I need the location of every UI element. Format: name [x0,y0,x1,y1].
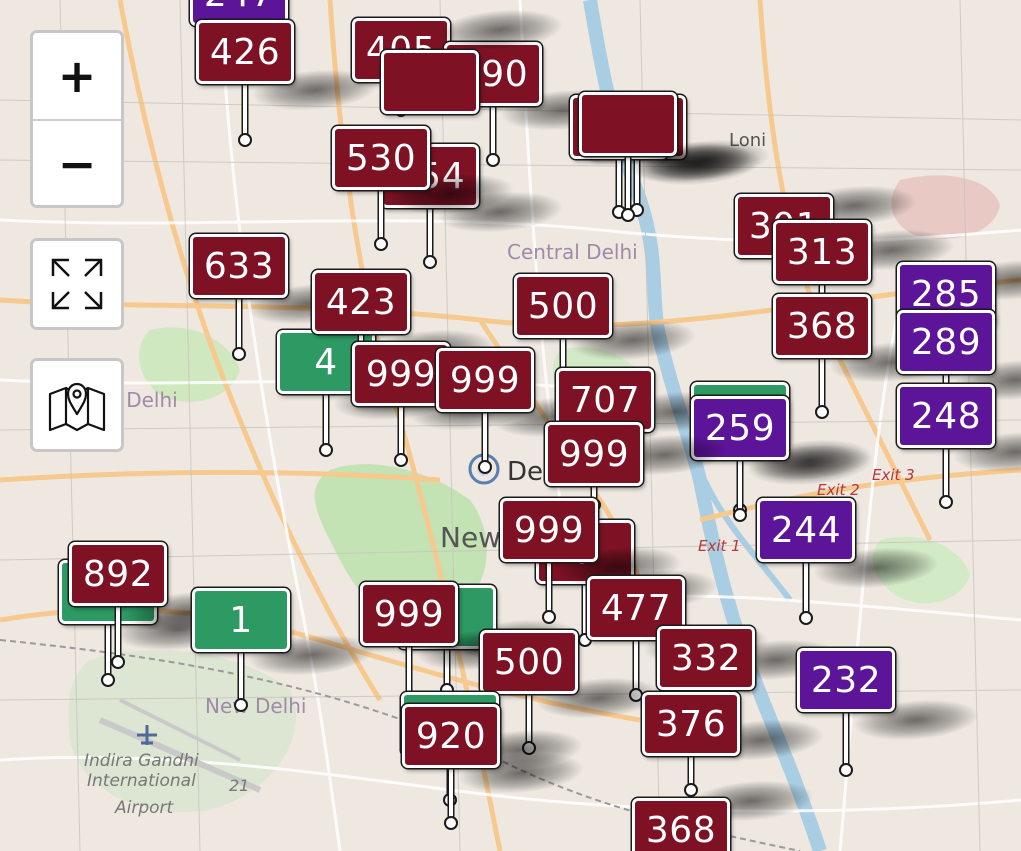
marker-anchor-dot [232,347,246,361]
aqi-value-badge[interactable]: 423 [312,270,410,334]
zoom-in-button[interactable]: + [33,33,121,119]
marker-pole [379,186,383,244]
marker-pole [449,764,453,823]
marker-pole [626,152,630,215]
marker-pole [635,155,639,210]
aqi-value-badge[interactable]: 920 [402,704,500,768]
marker-anchor-dot [839,763,853,777]
marker-pole [106,620,110,680]
place-label: Exit 1 [698,537,741,555]
place-label: Airport [115,798,174,818]
marker-pole [527,690,531,748]
place-label: Loni [729,130,767,151]
place-label: New Delhi [205,694,307,718]
aqi-value-badge[interactable]: 999 [436,348,534,412]
marker-anchor-dot [238,133,252,147]
place-label: Indira Gandhi [84,751,199,771]
aqi-value-badge[interactable]: 332 [657,626,755,690]
aqi-value-badge[interactable]: 248 [897,384,995,448]
marker-anchor-dot [522,741,536,755]
marker-pole [491,102,495,160]
aqi-value-badge[interactable]: 259 [691,396,789,460]
marker-pole [738,456,742,515]
aqi-value-badge[interactable]: 999 [360,582,458,646]
aqi-value-badge[interactable]: 530 [332,126,430,190]
marker-anchor-dot [394,453,408,467]
marker-anchor-dot [374,237,388,251]
aqi-value-badge[interactable]: 232 [797,648,895,712]
marker-anchor-dot [444,816,458,830]
aqi-value-badge[interactable]: 500 [480,630,578,694]
marker-pole [804,558,808,618]
marker-pole [844,708,848,770]
marker-anchor-dot [423,255,437,269]
marker-anchor-dot [486,153,500,167]
marker-pole [820,354,824,412]
place-label: Central Delhi [507,240,638,264]
place-label: New [440,521,502,554]
aqi-value-badge[interactable]: 368 [632,798,730,851]
marker-anchor-dot [733,508,747,522]
marker-anchor-dot [234,698,248,712]
place-label: International [87,771,196,791]
aqi-value-badge[interactable]: 500 [514,274,612,338]
marker-pole [237,294,241,354]
marker-anchor-dot [101,673,115,687]
marker-pole [483,408,487,467]
zoom-out-button[interactable]: − [33,119,121,207]
marker-anchor-dot [621,208,635,222]
aqi-value-badge[interactable]: 999 [545,422,643,486]
map-layers-icon [48,382,106,432]
marker-pole [547,558,551,617]
marker-anchor-dot [815,405,829,419]
marker-pole [944,444,948,502]
marker-pole [324,390,328,450]
aqi-value-badge[interactable]: 426 [196,20,294,84]
marker-pole [634,636,638,695]
aqi-value-badge[interactable]: 633 [190,234,288,298]
aqi-value-badge[interactable]: 999 [500,498,598,562]
aqi-value-badge[interactable]: 892 [69,542,167,606]
aqi-value-badge[interactable]: 368 [773,294,871,358]
fullscreen-icon [51,258,103,310]
marker-pole [428,204,432,262]
aqi-value-badge[interactable]: 289 [897,310,995,374]
place-label: 21 [229,776,250,795]
aqi-value-badge[interactable]: 244 [757,498,855,562]
map-layers-button[interactable] [30,358,124,452]
aqi-value-badge[interactable]: 1 [192,588,290,652]
marker-anchor-dot [799,611,813,625]
marker-anchor-dot [111,655,125,669]
aqi-value-badge[interactable] [381,50,479,114]
aqi-value-badge[interactable]: 313 [773,220,871,284]
place-label: De [507,457,544,487]
marker-pole [116,602,120,662]
marker-pole [399,402,403,460]
marker-pole [239,648,243,705]
marker-anchor-dot [542,610,556,624]
aqi-value-badge[interactable] [579,92,677,156]
marker-anchor-dot [629,688,643,702]
place-label: Exit 3 [872,466,915,484]
map-viewport[interactable]: Loni Central Delhi t Delhi De New New Delhi In… [0,0,1021,851]
marker-pole [243,80,247,140]
marker-pole [617,155,621,212]
marker-anchor-dot [478,460,492,474]
place-label: Exit 2 [817,481,860,499]
marker-anchor-dot [939,495,953,509]
marker-anchor-dot [684,783,698,797]
marker-anchor-dot [319,443,333,457]
fullscreen-button[interactable] [30,238,124,330]
aqi-value-badge[interactable]: 376 [642,692,740,756]
zoom-control: + − [30,30,124,208]
base-map-tiles [0,0,1021,851]
